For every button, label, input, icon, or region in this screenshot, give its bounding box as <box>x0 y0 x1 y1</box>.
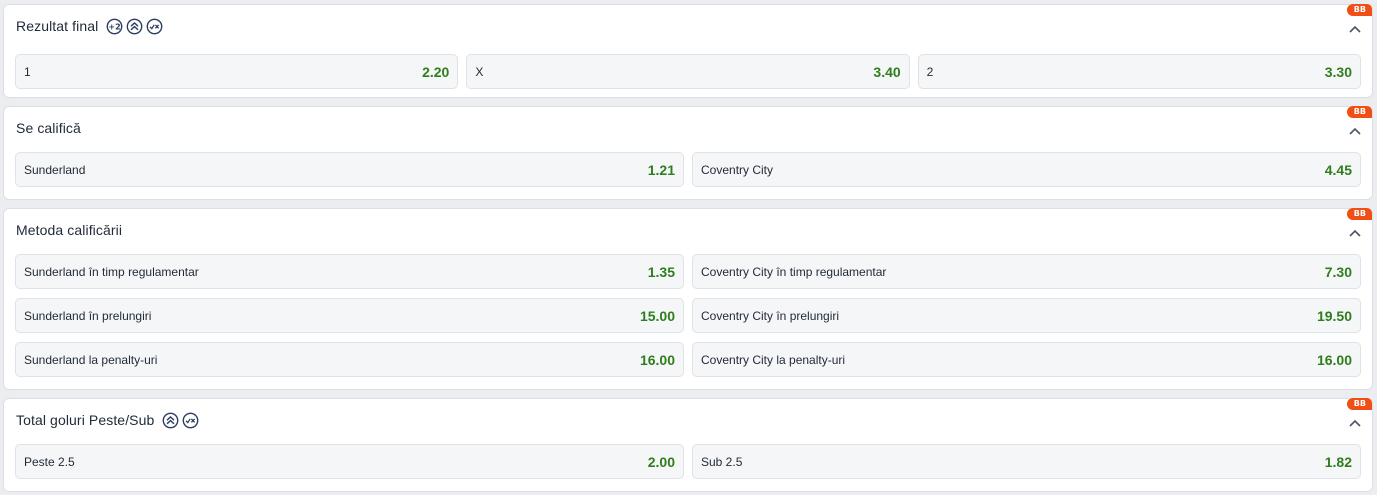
chevron-up-icon[interactable] <box>1348 225 1362 237</box>
odd-label: 1 <box>24 64 31 79</box>
odd-label: Sunderland la penalty-uri <box>24 352 158 367</box>
market-header-toggle[interactable]: Total goluri Peste/Sub <box>4 399 1372 441</box>
odd-value: 3.30 <box>1324 63 1352 80</box>
market-title: Metoda calificării <box>16 222 123 238</box>
odd-label: Sunderland <box>24 162 86 177</box>
market-header-toggle[interactable]: Rezultat final +2 <box>4 5 1372 47</box>
odd-button[interactable]: Sunderland la penalty-uri 16.00 <box>15 342 684 377</box>
odd-button[interactable]: Coventry City 4.45 <box>692 152 1361 187</box>
odds-row: Peste 2.5 2.00 Sub 2.5 1.82 <box>15 444 1361 479</box>
odds-row: Sunderland în timp regulamentar 1.35 Coven… <box>15 254 1361 289</box>
chevron-up-icon[interactable] <box>1348 415 1362 427</box>
odd-button[interactable]: Coventry City la penalty-uri 16.00 <box>692 342 1361 377</box>
odd-button[interactable]: 2 3.30 <box>917 54 1361 89</box>
odd-label: Sub 2.5 <box>701 454 743 469</box>
odd-value: 3.40 <box>873 63 901 80</box>
odds-row: Sunderland în prelungiri 15.00 Coventry Ci… <box>15 298 1361 333</box>
odds-row: Sunderland la penalty-uri 16.00 Coventry C… <box>15 342 1361 377</box>
odd-value: 1.35 <box>647 263 675 280</box>
odd-button[interactable]: Sunderland în timp regulamentar 1.35 <box>15 254 684 289</box>
bet-builder-badge: BB <box>1346 106 1372 118</box>
odd-button[interactable]: 1 2.20 <box>15 54 459 89</box>
odd-value: 7.30 <box>1324 263 1352 280</box>
double-chevron-up-icon <box>162 412 179 429</box>
check-cross-icon <box>182 412 199 429</box>
odd-label: Sunderland în prelungiri <box>24 308 152 323</box>
odd-label: 2 <box>926 64 934 79</box>
odd-value: 2.00 <box>647 453 675 470</box>
odds-row: 1 2.20 X 3.40 2 3.30 <box>15 54 1361 89</box>
odd-label: Coventry City în timp regulamentar <box>701 264 887 279</box>
market-feature-icons: +2 <box>106 18 163 35</box>
market-title: Total goluri Peste/Sub <box>16 412 155 428</box>
odd-label: Sunderland în timp regulamentar <box>24 264 199 279</box>
odd-value: 19.50 <box>1316 307 1352 324</box>
odd-value: 4.45 <box>1324 161 1352 178</box>
odd-label: Coventry City la penalty-uri <box>701 352 846 367</box>
odd-label: Coventry City în prelungiri <box>701 308 840 323</box>
market-header-toggle[interactable]: Se califică <box>4 107 1372 149</box>
odd-value: 1.82 <box>1324 453 1352 470</box>
market-title: Rezultat final <box>16 18 99 34</box>
chevron-up-icon[interactable] <box>1348 123 1362 135</box>
bet-builder-badge: BB <box>1346 398 1372 410</box>
odd-value: 2.20 <box>422 63 450 80</box>
market-se-califica: Se califică BB Sunderland 1.21 Coventry City… <box>3 106 1373 200</box>
market-rezultat-final: Rezultat final +2 BB 1 2.20 X 3.40 2 3.30 <box>3 4 1373 98</box>
double-chevron-up-icon <box>126 18 143 35</box>
check-cross-icon <box>146 18 163 35</box>
market-title: Se califică <box>16 120 81 136</box>
plus-two-goals-icon: +2 <box>106 18 123 35</box>
bet-builder-badge: BB <box>1346 4 1372 16</box>
market-header-toggle[interactable]: Metoda calificării <box>4 209 1372 251</box>
odd-value: 15.00 <box>639 307 675 324</box>
odd-label: X <box>475 64 484 79</box>
market-metoda-calificarii: Metoda calificării BB Sunderland în timp r… <box>3 208 1373 390</box>
chevron-up-icon[interactable] <box>1348 21 1362 33</box>
odd-label: Peste 2.5 <box>24 454 75 469</box>
odds-row: Sunderland 1.21 Coventry City 4.45 <box>15 152 1361 187</box>
svg-text:+2: +2 <box>109 22 121 31</box>
odd-button[interactable]: Peste 2.5 2.00 <box>15 444 684 479</box>
market-feature-icons <box>162 412 199 429</box>
odd-label: Coventry City <box>701 162 774 177</box>
odd-value: 1.21 <box>647 161 675 178</box>
bet-builder-badge: BB <box>1346 208 1372 220</box>
market-total-goluri-peste-sub: Total goluri Peste/Sub BB Peste 2.5 2.00 Sub… <box>3 398 1373 492</box>
markets-container: Rezultat final +2 BB 1 2.20 X 3.40 2 3.30 Se cali… <box>0 0 1377 495</box>
odd-button[interactable]: Coventry City în prelungiri 19.50 <box>692 298 1361 333</box>
odd-button[interactable]: X 3.40 <box>466 54 910 89</box>
odd-button[interactable]: Sunderland în prelungiri 15.00 <box>15 298 684 333</box>
odd-value: 16.00 <box>1316 351 1352 368</box>
odd-value: 16.00 <box>639 351 675 368</box>
odd-button[interactable]: Sub 2.5 1.82 <box>692 444 1361 479</box>
odd-button[interactable]: Coventry City în timp regulamentar 7.30 <box>692 254 1361 289</box>
odd-button[interactable]: Sunderland 1.21 <box>15 152 684 187</box>
